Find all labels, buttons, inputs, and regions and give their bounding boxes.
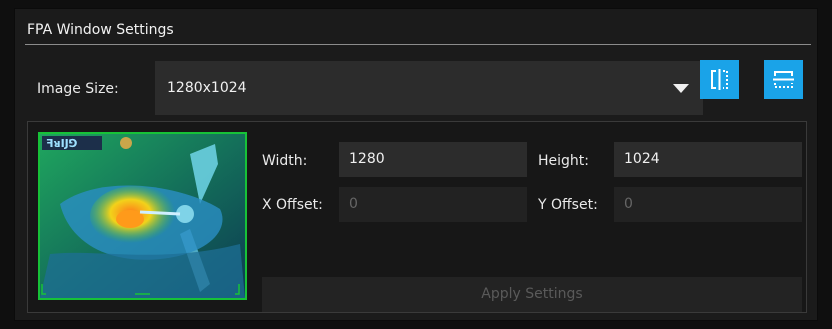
width-label: Width: (262, 153, 308, 169)
vertical-split-icon (711, 69, 728, 90)
height-field[interactable]: 1024 (614, 142, 802, 177)
height-label: Height: (538, 153, 589, 169)
window-settings-group: ꟻᴚIJ⅁ Width: 1280 Height: 1024 X Offset:… (27, 121, 807, 313)
thermal-image-thumbnail[interactable]: ꟻᴚIJ⅁ (38, 132, 247, 300)
horizontal-split-button[interactable] (764, 60, 803, 99)
image-size-label: Image Size: (37, 81, 119, 97)
image-size-selected-value: 1280x1024 (167, 80, 247, 96)
svg-text:ꟻᴚIJ⅁: ꟻᴚIJ⅁ (46, 137, 77, 150)
x-offset-field[interactable]: 0 (339, 187, 527, 222)
width-field[interactable]: 1280 (339, 142, 527, 177)
x-offset-label: X Offset: (262, 197, 323, 213)
fpa-window-settings-panel: FPA Window Settings Image Size: 1280x102… (14, 8, 818, 321)
vertical-split-button[interactable] (700, 60, 739, 99)
panel-title: FPA Window Settings (27, 22, 174, 38)
chevron-down-icon (673, 84, 689, 93)
horizontal-split-icon (773, 71, 794, 88)
y-offset-label: Y Offset: (538, 197, 598, 213)
thermal-image-preview: ꟻᴚIJ⅁ (40, 134, 245, 298)
y-offset-field[interactable]: 0 (614, 187, 802, 222)
image-size-dropdown[interactable]: 1280x1024 (155, 61, 703, 115)
title-divider (25, 44, 811, 45)
apply-settings-button[interactable]: Apply Settings (262, 277, 802, 312)
